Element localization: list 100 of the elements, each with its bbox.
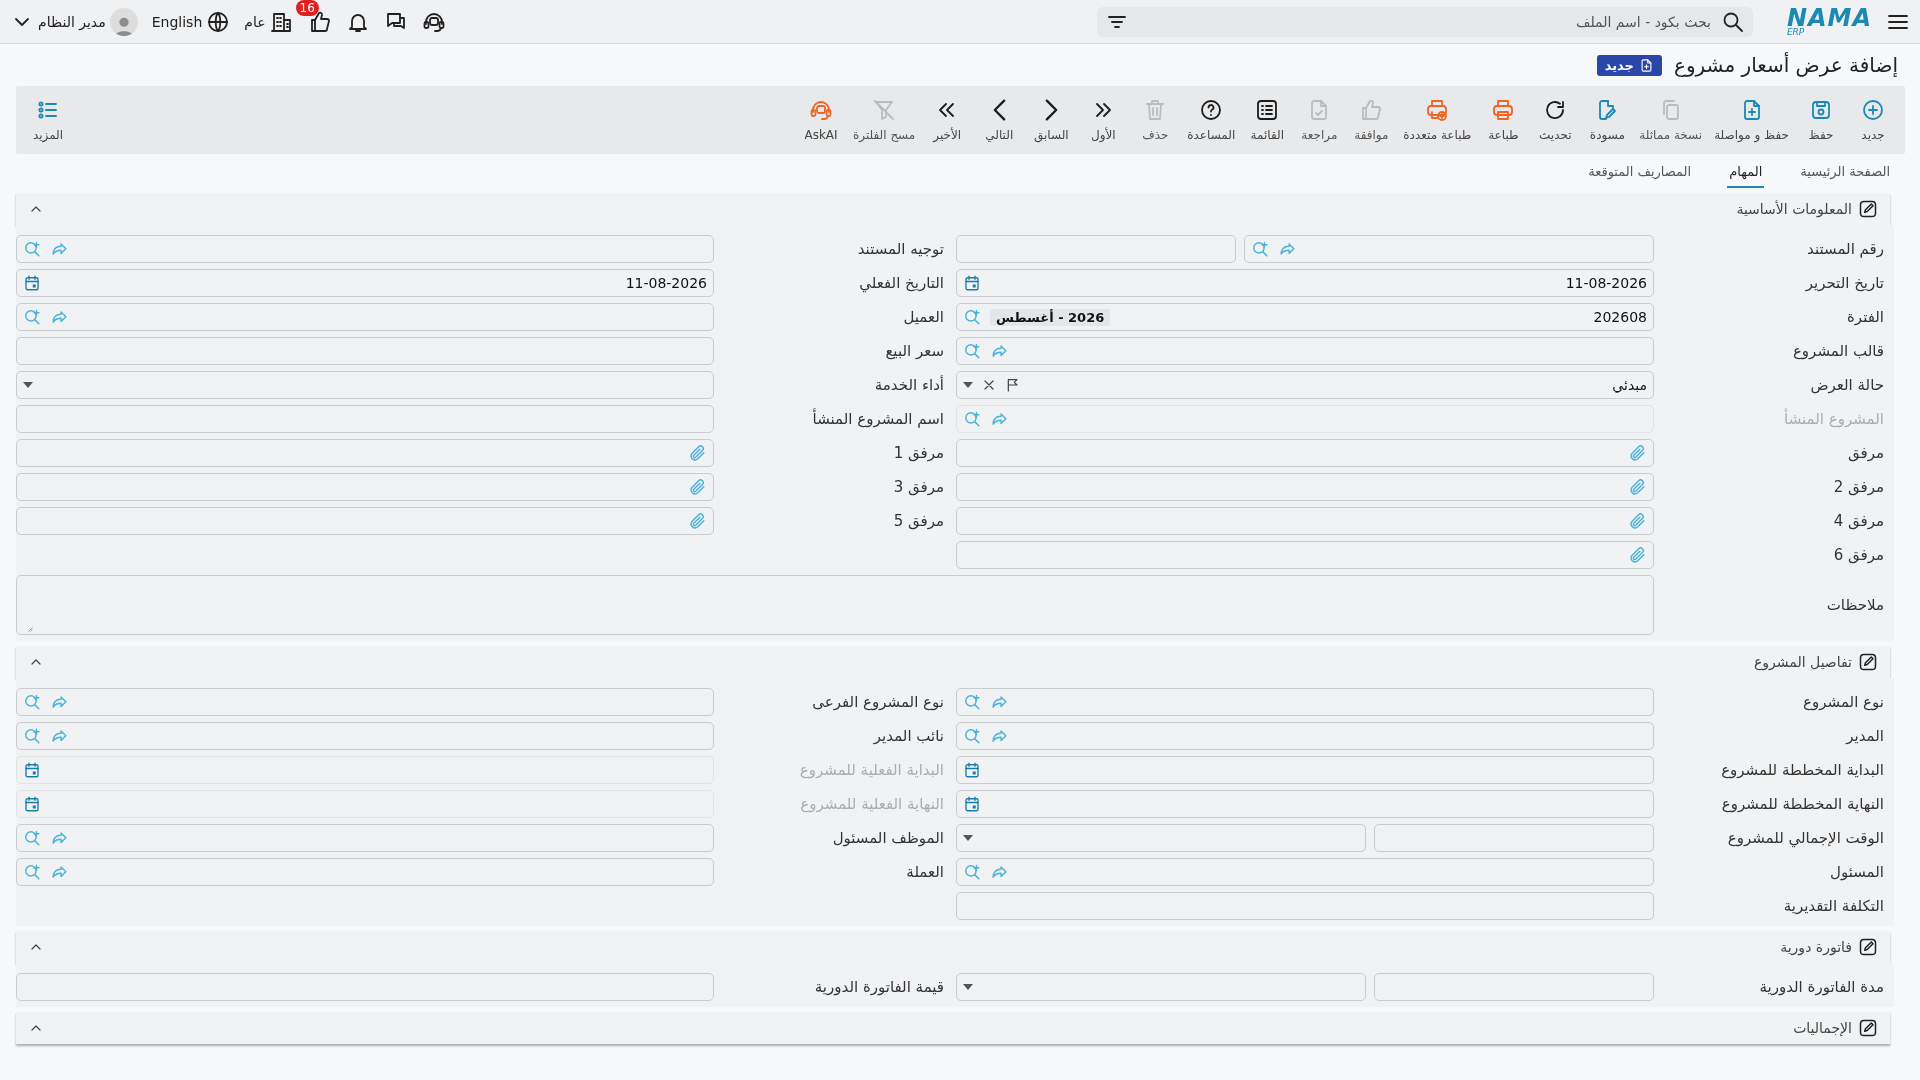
more-button[interactable]: المزيد <box>24 96 72 144</box>
date-field[interactable]: 11-08-2026 <box>16 269 714 297</box>
toolbar-button[interactable]: السابق <box>1027 96 1076 144</box>
section-header[interactable]: تفاصيل المشروع <box>16 646 1890 678</box>
caret-icon[interactable] <box>963 835 973 841</box>
dropdown-field[interactable] <box>956 973 1366 1001</box>
tab[interactable]: الصفحة الرئيسية <box>1798 160 1892 188</box>
avatar-icon[interactable] <box>109 7 138 36</box>
section-header[interactable]: الإجماليات <box>16 1012 1890 1044</box>
attachment-field[interactable] <box>956 541 1654 569</box>
toolbar-button[interactable]: حفظ <box>1797 96 1845 144</box>
caret-icon[interactable] <box>963 984 973 990</box>
lookup-field[interactable] <box>16 235 714 263</box>
search-plus-icon[interactable] <box>23 862 42 882</box>
attachment-field[interactable] <box>956 507 1654 535</box>
toolbar-button[interactable]: تحديث <box>1531 96 1580 144</box>
tab[interactable]: المهام <box>1727 160 1765 188</box>
toolbar-button[interactable]: AskAI <box>797 96 845 144</box>
paperclip-icon[interactable] <box>1628 545 1647 565</box>
section-header[interactable]: المعلومات الأساسية <box>16 193 1890 225</box>
calendar-icon[interactable] <box>963 274 981 292</box>
paperclip-icon[interactable] <box>688 443 707 463</box>
text-field[interactable] <box>956 892 1654 920</box>
branch-label[interactable]: عام <box>244 13 266 30</box>
search-plus-icon[interactable] <box>963 307 982 327</box>
notes-textarea[interactable] <box>16 575 1654 635</box>
new-badge[interactable]: جديد <box>1596 54 1662 76</box>
toolbar-button[interactable]: التالي <box>975 96 1024 144</box>
text-field[interactable] <box>16 973 714 1001</box>
paperclip-icon[interactable] <box>1628 477 1647 497</box>
calendar-icon[interactable] <box>963 761 981 779</box>
date-field[interactable] <box>956 790 1654 818</box>
toolbar-button[interactable]: مسودة <box>1583 96 1632 144</box>
lookup-field[interactable] <box>956 688 1654 716</box>
calendar-icon[interactable] <box>23 795 41 813</box>
field-label: مرفق 5 <box>892 512 945 530</box>
text-field[interactable] <box>1373 973 1654 1001</box>
search-bar[interactable]: بحث بكود - اسم الملف <box>1096 6 1753 37</box>
edit-icon <box>1858 652 1878 672</box>
calendar-icon[interactable] <box>23 274 41 292</box>
search-plus-icon[interactable] <box>963 409 982 429</box>
search-plus-icon[interactable] <box>963 862 982 882</box>
search-plus-icon[interactable] <box>23 828 42 848</box>
language-label[interactable]: English <box>151 13 203 30</box>
attachment-field[interactable] <box>16 473 714 501</box>
paperclip-icon[interactable] <box>688 511 707 531</box>
status-dropdown[interactable]: مبدئي <box>956 371 1654 399</box>
toolbar-button[interactable]: الأول <box>1079 96 1128 144</box>
user-name[interactable]: مدير النظام <box>38 13 106 30</box>
lookup-field[interactable] <box>956 858 1654 886</box>
attachment-field[interactable] <box>16 439 714 467</box>
tab[interactable]: المصاريف المتوقعة <box>1586 160 1694 188</box>
text-field[interactable] <box>956 235 1237 263</box>
search-input[interactable]: بحث بكود - اسم الملف <box>1136 12 1713 31</box>
lookup-field[interactable] <box>1244 235 1654 263</box>
toolbar-button[interactable]: القائمة <box>1243 96 1292 144</box>
text-field[interactable] <box>16 337 714 365</box>
toolbar-button[interactable]: الأخير <box>923 96 972 144</box>
calendar-icon[interactable] <box>23 761 41 779</box>
lookup-field[interactable] <box>16 722 714 750</box>
paperclip-icon[interactable] <box>1628 443 1647 463</box>
section-header[interactable]: فاتورة دورية <box>16 931 1890 963</box>
toolbar-button[interactable]: حفظ و مواصلة <box>1710 96 1793 144</box>
lookup-field[interactable] <box>16 824 714 852</box>
lookup-field[interactable] <box>956 337 1654 365</box>
attachment-field[interactable] <box>16 507 714 535</box>
paperclip-icon[interactable] <box>688 477 707 497</box>
toolbar-button[interactable]: المساعدة <box>1183 96 1240 144</box>
attachment-field[interactable] <box>956 473 1654 501</box>
text-field[interactable] <box>1373 824 1654 852</box>
attachment-field[interactable] <box>956 439 1654 467</box>
search-plus-icon[interactable] <box>963 726 982 746</box>
search-plus-icon[interactable] <box>23 726 42 746</box>
date-field[interactable] <box>16 756 714 784</box>
paperclip-icon[interactable] <box>1628 511 1647 531</box>
dropdown-field[interactable] <box>956 824 1366 852</box>
lookup-field[interactable] <box>16 858 714 886</box>
calendar-icon[interactable] <box>963 795 981 813</box>
search-plus-icon[interactable] <box>963 692 982 712</box>
toolbar-button[interactable]: طباعة <box>1479 96 1528 144</box>
caret-icon[interactable] <box>23 382 33 388</box>
toolbar-button[interactable]: طباعة متعددة <box>1399 96 1476 144</box>
lookup-field[interactable] <box>956 405 1654 433</box>
filter-off-icon <box>872 98 897 122</box>
field-label: البداية المخططة للمشروع <box>1720 761 1885 779</box>
date-field[interactable] <box>16 790 714 818</box>
lookup-field[interactable] <box>16 688 714 716</box>
toolbar-button[interactable]: جديد <box>1849 96 1897 144</box>
date-field[interactable]: 11-08-2026 <box>956 269 1654 297</box>
search-plus-icon[interactable] <box>23 239 42 259</box>
search-plus-icon[interactable] <box>23 692 42 712</box>
search-plus-icon[interactable] <box>963 341 982 361</box>
lookup-field[interactable] <box>16 303 714 331</box>
date-field[interactable] <box>956 756 1654 784</box>
globe-icon[interactable] <box>206 9 231 34</box>
dropdown-field[interactable] <box>16 371 714 399</box>
caret-icon[interactable] <box>963 382 973 388</box>
text-field[interactable] <box>16 405 714 433</box>
search-plus-icon[interactable] <box>23 307 42 327</box>
lookup-field[interactable] <box>956 722 1654 750</box>
